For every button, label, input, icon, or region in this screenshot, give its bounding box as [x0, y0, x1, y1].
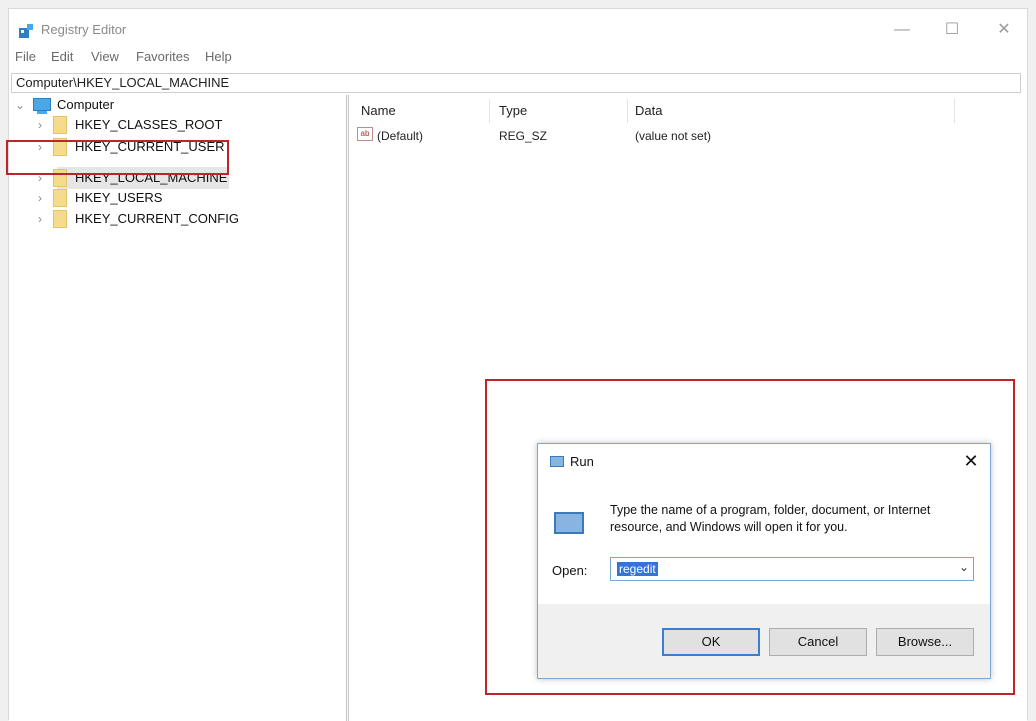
open-label: Open:	[552, 563, 588, 578]
cancel-button[interactable]: Cancel	[769, 628, 867, 656]
tree-node-computer[interactable]: ⌄ Computer	[15, 95, 215, 115]
column-header-name[interactable]: Name	[361, 103, 396, 118]
tree-node-label: HKEY_CURRENT_CONFIG	[75, 211, 239, 226]
value-data: (value not set)	[635, 129, 712, 143]
menu-help[interactable]: Help	[205, 49, 232, 64]
column-header-type[interactable]: Type	[499, 103, 527, 118]
value-type: REG_SZ	[499, 129, 548, 143]
close-button[interactable]: ✕	[989, 19, 1019, 41]
address-bar[interactable]: Computer\HKEY_LOCAL_MACHINE	[11, 73, 1021, 93]
computer-icon	[33, 98, 51, 111]
annotation-highlight-tree	[6, 140, 229, 175]
chevron-right-icon[interactable]: ›	[35, 209, 45, 229]
title-bar: Registry Editor — ☐ ✕	[9, 9, 1027, 47]
tree-node-label: Computer	[57, 97, 115, 112]
computer-stand	[37, 111, 47, 114]
minimize-button[interactable]: —	[887, 19, 917, 41]
string-value-icon: ab	[357, 127, 373, 141]
browse-button[interactable]: Browse...	[876, 628, 974, 656]
registry-editor-icon	[19, 24, 33, 38]
folder-icon	[53, 116, 67, 134]
run-icon	[550, 456, 564, 467]
chevron-right-icon[interactable]: ›	[35, 115, 45, 135]
open-input-value[interactable]: regedit	[617, 562, 658, 576]
menu-file[interactable]: File	[15, 49, 36, 64]
open-input[interactable]: regedit ⌄	[610, 557, 974, 581]
column-separator[interactable]	[489, 99, 490, 123]
menu-view[interactable]: View	[91, 49, 119, 64]
column-header-data[interactable]: Data	[635, 103, 662, 118]
column-separator[interactable]	[954, 99, 955, 123]
run-close-button[interactable]: ✕	[958, 450, 984, 472]
run-dialog: Run ✕ Type the name of a program, folder…	[537, 443, 991, 679]
tree-node-hkey-users[interactable]: › HKEY_USERS	[35, 188, 255, 208]
tree-node-hkey-current-config[interactable]: › HKEY_CURRENT_CONFIG	[35, 209, 255, 229]
tree-node-label: HKEY_CLASSES_ROOT	[75, 117, 223, 132]
run-description: Type the name of a program, folder, docu…	[610, 503, 931, 534]
menu-edit[interactable]: Edit	[51, 49, 73, 64]
window-title: Registry Editor	[41, 22, 127, 37]
chevron-right-icon[interactable]: ›	[35, 188, 45, 208]
column-separator[interactable]	[627, 99, 628, 123]
folder-icon	[53, 189, 67, 207]
tree-node-hkey-classes-root[interactable]: › HKEY_CLASSES_ROOT	[35, 115, 255, 135]
tree-pane: ⌄ Computer › HKEY_CLASSES_ROOT › HKEY_CU…	[9, 95, 346, 721]
folder-icon	[53, 210, 67, 228]
ok-button[interactable]: OK	[662, 628, 760, 656]
menu-favorites[interactable]: Favorites	[136, 49, 189, 64]
run-title: Run	[570, 454, 594, 469]
value-name: (Default)	[377, 129, 424, 143]
maximize-button[interactable]: ☐	[937, 19, 967, 41]
chevron-down-icon[interactable]: ⌄	[959, 560, 969, 574]
run-title-bar: Run ✕	[538, 444, 990, 478]
tree-node-label: HKEY_USERS	[75, 190, 163, 205]
chevron-down-icon[interactable]: ⌄	[15, 95, 25, 115]
run-icon	[554, 512, 584, 534]
